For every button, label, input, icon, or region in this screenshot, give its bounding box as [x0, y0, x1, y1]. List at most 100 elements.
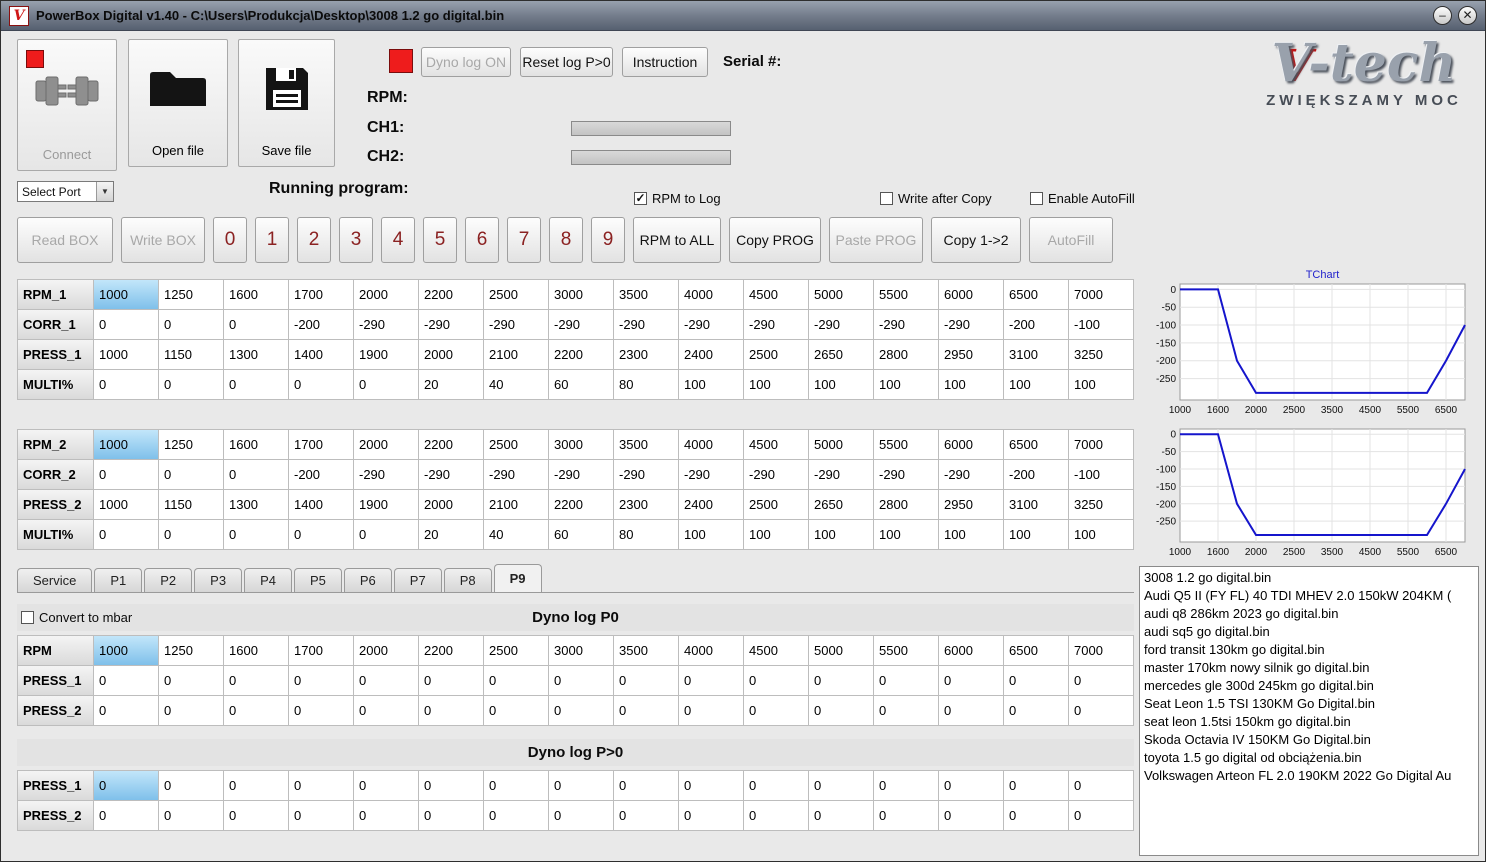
- table-cell[interactable]: 0: [224, 696, 289, 726]
- close-button[interactable]: ✕: [1458, 6, 1477, 25]
- table-cell[interactable]: 0: [289, 771, 354, 801]
- table-cell[interactable]: 0: [939, 771, 1004, 801]
- rpm-to-all-button[interactable]: RPM to ALL: [633, 217, 721, 263]
- table-cell[interactable]: 1000: [94, 636, 159, 666]
- table-cell[interactable]: 0: [614, 666, 679, 696]
- table-cell[interactable]: 60: [549, 520, 614, 550]
- table-cell[interactable]: -290: [549, 460, 614, 490]
- table-cell[interactable]: 1400: [289, 490, 354, 520]
- table-cell[interactable]: 0: [549, 771, 614, 801]
- table-cell[interactable]: -290: [679, 460, 744, 490]
- table-cell[interactable]: 80: [614, 370, 679, 400]
- table-cell[interactable]: 0: [939, 666, 1004, 696]
- table-cell[interactable]: 0: [1069, 696, 1134, 726]
- table-cell[interactable]: 60: [549, 370, 614, 400]
- table-cell[interactable]: 2300: [614, 340, 679, 370]
- table-cell[interactable]: -100: [1069, 310, 1134, 340]
- reset-log-button[interactable]: Reset log P>0: [520, 47, 613, 77]
- table-cell[interactable]: 0: [874, 801, 939, 831]
- table-cell[interactable]: 20: [419, 520, 484, 550]
- table-cell[interactable]: 0: [224, 460, 289, 490]
- table-cell[interactable]: 4000: [679, 636, 744, 666]
- file-list-item[interactable]: master 170km nowy silnik go digital.bin: [1141, 659, 1478, 677]
- table-cell[interactable]: 0: [939, 696, 1004, 726]
- table-cell[interactable]: 6500: [1004, 280, 1069, 310]
- table-cell[interactable]: 0: [549, 696, 614, 726]
- tab-p6[interactable]: P6: [343, 568, 392, 592]
- table-cell[interactable]: 0: [1004, 801, 1069, 831]
- table-cell[interactable]: 1700: [289, 280, 354, 310]
- table-cell[interactable]: 2000: [419, 490, 484, 520]
- table-cell[interactable]: 3000: [549, 430, 614, 460]
- table-cell[interactable]: 5000: [809, 636, 874, 666]
- tab-service[interactable]: Service: [17, 568, 93, 592]
- table-cell[interactable]: -100: [1069, 460, 1134, 490]
- write-box-button[interactable]: Write BOX: [121, 217, 205, 263]
- table-cell[interactable]: 100: [679, 370, 744, 400]
- table-cell[interactable]: 2950: [939, 490, 1004, 520]
- table-cell[interactable]: 7000: [1069, 430, 1134, 460]
- table-cell[interactable]: 0: [1004, 696, 1069, 726]
- read-box-button[interactable]: Read BOX: [17, 217, 113, 263]
- table-cell[interactable]: 5500: [874, 280, 939, 310]
- table-cell[interactable]: 0: [679, 696, 744, 726]
- table-cell[interactable]: 1400: [289, 340, 354, 370]
- table-cell[interactable]: 2650: [809, 340, 874, 370]
- select-port-dropdown[interactable]: Select Port ▼: [17, 181, 114, 202]
- copy-1-to-2-button[interactable]: Copy 1->2: [931, 217, 1021, 263]
- table-cell[interactable]: -290: [484, 460, 549, 490]
- table-cell[interactable]: 1600: [224, 430, 289, 460]
- table-cell[interactable]: 0: [744, 801, 809, 831]
- table-cell[interactable]: 1600: [224, 636, 289, 666]
- table-cell[interactable]: 0: [744, 666, 809, 696]
- tab-p3[interactable]: P3: [194, 568, 243, 592]
- digit-button-4[interactable]: 4: [381, 217, 415, 263]
- file-list-item[interactable]: ford transit 130km go digital.bin: [1141, 641, 1478, 659]
- table-cell[interactable]: 0: [484, 666, 549, 696]
- table-cell[interactable]: -290: [809, 460, 874, 490]
- file-list-item[interactable]: Seat Leon 1.5 TSI 130KM Go Digital.bin: [1141, 695, 1478, 713]
- table-cell[interactable]: 0: [809, 666, 874, 696]
- table-cell[interactable]: 0: [679, 801, 744, 831]
- table-cell[interactable]: 2500: [744, 340, 809, 370]
- table-cell[interactable]: 4500: [744, 280, 809, 310]
- table-cell[interactable]: -200: [1004, 460, 1069, 490]
- table-cell[interactable]: 100: [1069, 520, 1134, 550]
- table-cell[interactable]: 0: [224, 771, 289, 801]
- table-cell[interactable]: 0: [614, 801, 679, 831]
- table-cell[interactable]: 6500: [1004, 430, 1069, 460]
- table-cell[interactable]: 4500: [744, 636, 809, 666]
- table-cell[interactable]: 100: [874, 520, 939, 550]
- table-cell[interactable]: 2200: [419, 280, 484, 310]
- table-cell[interactable]: 6000: [939, 636, 1004, 666]
- table-cell[interactable]: 0: [614, 696, 679, 726]
- table-cell[interactable]: 0: [159, 460, 224, 490]
- open-file-button[interactable]: Open file: [128, 39, 228, 167]
- table-cell[interactable]: 2000: [354, 636, 419, 666]
- table-cell[interactable]: 2300: [614, 490, 679, 520]
- table-cell[interactable]: 1700: [289, 430, 354, 460]
- table-cell[interactable]: 5500: [874, 636, 939, 666]
- table-cell[interactable]: 0: [679, 771, 744, 801]
- table-cell[interactable]: -290: [744, 460, 809, 490]
- table-cell[interactable]: -290: [874, 460, 939, 490]
- table-cell[interactable]: 0: [874, 771, 939, 801]
- table-cell[interactable]: 100: [1004, 520, 1069, 550]
- table-cell[interactable]: 0: [354, 696, 419, 726]
- table-cell[interactable]: 0: [354, 370, 419, 400]
- table-cell[interactable]: 0: [94, 771, 159, 801]
- table-cell[interactable]: 1600: [224, 280, 289, 310]
- table-cell[interactable]: -290: [744, 310, 809, 340]
- table-cell[interactable]: -290: [679, 310, 744, 340]
- table-cell[interactable]: 6000: [939, 280, 1004, 310]
- table-cell[interactable]: 2950: [939, 340, 1004, 370]
- write-after-copy-checkbox[interactable]: ✓ Write after Copy: [880, 191, 992, 206]
- table-cell[interactable]: -290: [484, 310, 549, 340]
- instruction-button[interactable]: Instruction: [622, 47, 708, 77]
- table-cell[interactable]: 2200: [549, 490, 614, 520]
- table-cell[interactable]: 0: [224, 801, 289, 831]
- table-cell[interactable]: 7000: [1069, 636, 1134, 666]
- table-cell[interactable]: 3100: [1004, 490, 1069, 520]
- table-cell[interactable]: 3250: [1069, 340, 1134, 370]
- table-cell[interactable]: 2000: [354, 280, 419, 310]
